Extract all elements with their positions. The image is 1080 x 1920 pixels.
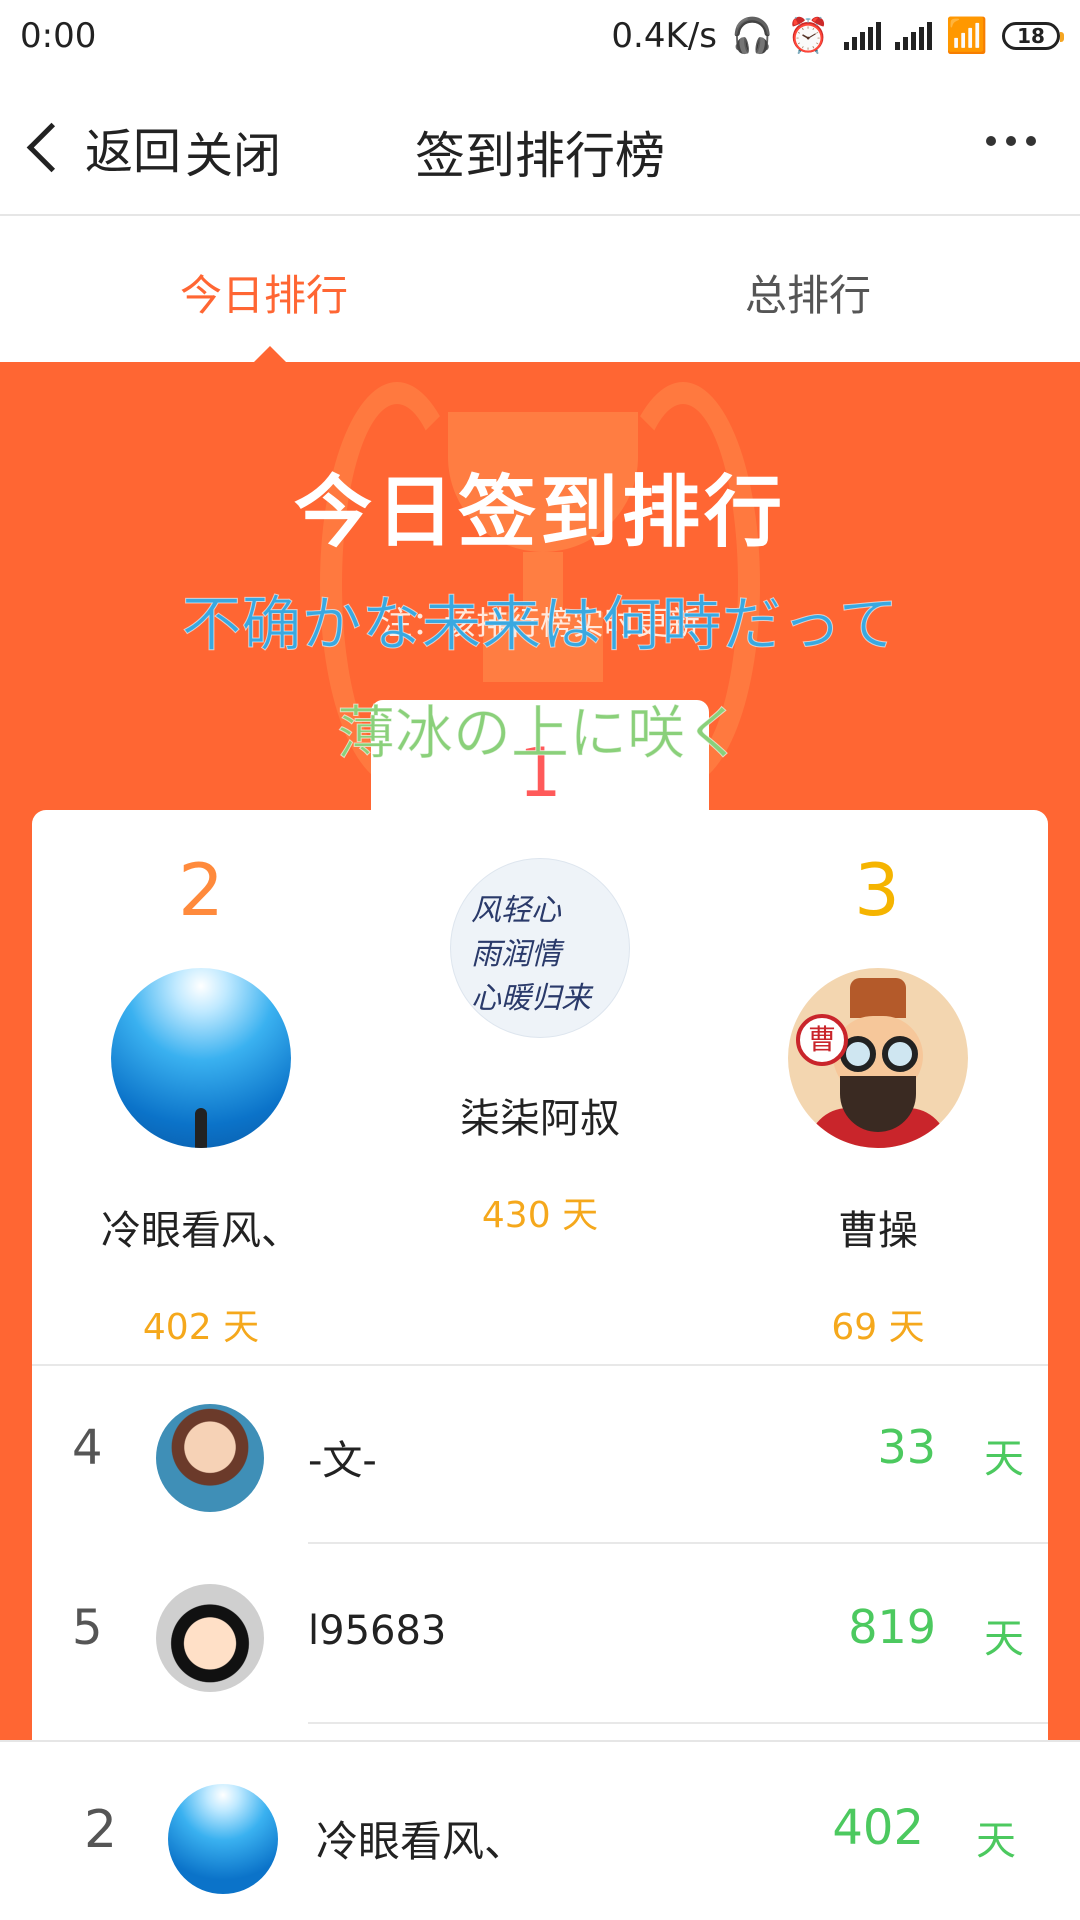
list-name: -文- [308, 1438, 377, 1484]
podium-days-third: 69 天 [831, 1307, 925, 1348]
list-days: 33 [877, 1420, 936, 1474]
battery-level: 18 [1017, 24, 1045, 48]
list-days: 819 [848, 1600, 936, 1654]
my-days: 402 [832, 1800, 924, 1856]
podium-days-second: 402 天 [142, 1307, 260, 1348]
headphones-icon: 🎧 [730, 16, 774, 56]
more-dots-icon[interactable] [986, 136, 1036, 146]
podium-name-second: 冷眼看风、 [101, 1208, 301, 1254]
avatar-third[interactable]: 曹 [788, 968, 968, 1148]
wifi-icon: 📶 [945, 16, 988, 56]
network-speed: 0.4K/s [611, 16, 717, 56]
rank-third-number: 3 [854, 848, 900, 932]
my-rank: 2 [84, 1800, 118, 1860]
list-item[interactable]: 4 -文- 33 天 [32, 1364, 1048, 1544]
podium-name-third: 曹操 [838, 1208, 918, 1254]
row-divider [308, 1722, 1048, 1724]
tab-total[interactable]: 总排行 [745, 262, 871, 323]
list-item[interactable]: 5 l95683 819 天 [32, 1544, 1048, 1724]
podium-days-first: 430 天 [481, 1195, 599, 1236]
battery-icon: 18 [1002, 22, 1064, 50]
list-rank: 5 [72, 1600, 103, 1656]
my-avatar [168, 1784, 278, 1894]
my-rank-bar[interactable]: 2 冷眼看风、 402 天 [0, 1740, 1080, 1920]
active-tab-indicator [254, 346, 286, 362]
avatar-badge: 曹 [796, 1014, 848, 1066]
nav-bar: 返回 关闭 签到排行榜 [0, 72, 1080, 216]
avatar-calligraphy-line: 风轻心 [471, 893, 561, 928]
alarm-icon: ⏰ [787, 16, 830, 56]
avatar-first[interactable]: 风轻心 雨润情 心暖归来 [450, 858, 630, 1038]
status-icons: 0.4K/s 🎧 ⏰ 📶 18 [611, 16, 1064, 56]
status-time: 0:00 [20, 16, 97, 56]
tab-today[interactable]: 今日排行 [180, 262, 348, 323]
my-days-unit: 天 [976, 1818, 1016, 1864]
avatar-second[interactable] [111, 968, 291, 1148]
rank-second-number: 2 [178, 848, 224, 932]
signal-icon [843, 22, 881, 50]
list-days-unit: 天 [984, 1436, 1024, 1482]
list-days-unit: 天 [984, 1616, 1024, 1662]
list-rank: 4 [72, 1420, 103, 1476]
avatar-calligraphy-line: 心暖归来 [471, 981, 591, 1016]
my-name: 冷眼看风、 [316, 1817, 527, 1866]
tab-bar: 今日排行 总排行 [0, 216, 1080, 362]
signal-icon [894, 22, 932, 50]
status-bar: 0:00 0.4K/s 🎧 ⏰ 📶 18 [0, 0, 1080, 72]
lyric-overlay-line1: 不确かな未来は何時だって [181, 590, 899, 661]
podium-name-first: 柒柒阿叔 [460, 1096, 620, 1142]
list-name: l95683 [308, 1608, 447, 1654]
page-title: 签到排行榜 [415, 127, 665, 185]
hero-title: 今日签到排行 [293, 468, 786, 558]
lyric-overlay-line2: 薄冰の上に咲く [336, 699, 743, 768]
avatar [156, 1404, 264, 1512]
avatar-calligraphy-line: 雨润情 [471, 937, 561, 972]
avatar [156, 1584, 264, 1692]
